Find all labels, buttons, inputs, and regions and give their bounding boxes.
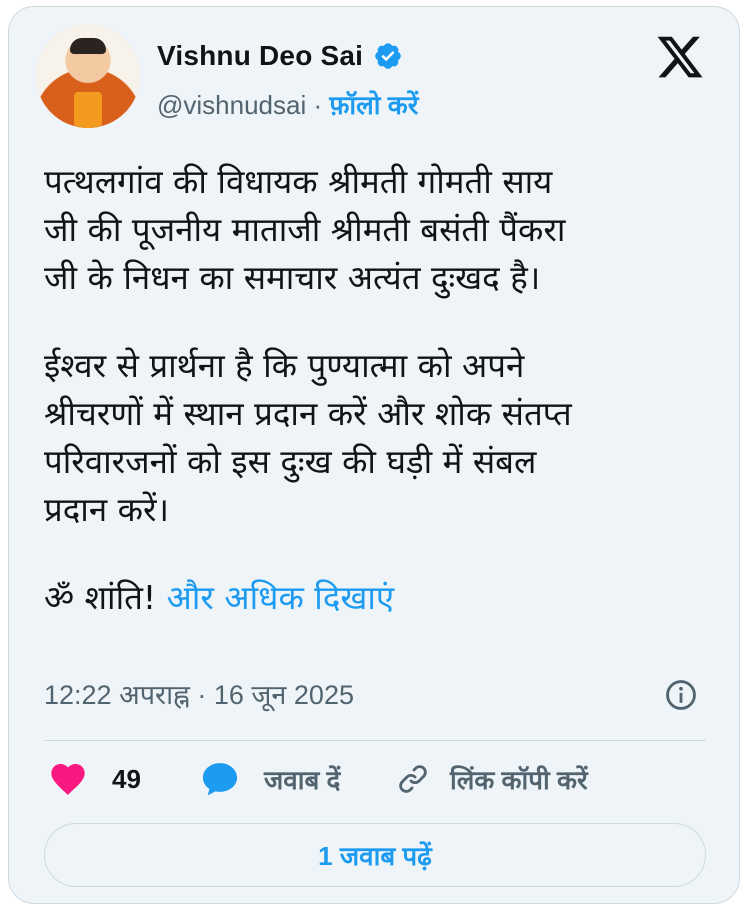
reply-button[interactable]: जवाब दें: [200, 755, 340, 803]
like-button[interactable]: 49: [48, 755, 141, 803]
tweet-paragraph: पत्थलगांव की विधायक श्रीमती गोमती साय जी…: [44, 162, 566, 297]
om-shanti-text: ॐ शांति!: [44, 578, 167, 617]
divider: [44, 740, 706, 741]
speech-bubble-icon: [200, 759, 240, 799]
reply-label: जवाब दें: [264, 765, 341, 795]
info-icon[interactable]: [664, 678, 698, 712]
tweet-paragraph-last: ॐ शांति! और अधिक दिखाएं: [44, 574, 704, 622]
x-logo-icon[interactable]: [655, 32, 705, 82]
author-row: Vishnu Deo Sai: [157, 40, 403, 72]
show-more-link[interactable]: और अधिक दिखाएं: [167, 578, 395, 617]
verified-badge-icon: [373, 41, 403, 71]
heart-icon: [48, 759, 88, 799]
handle-separator: ·: [306, 90, 330, 120]
read-replies-label: 1 जवाब पढ़ें: [318, 841, 432, 871]
copy-link-label: लिंक कॉपी करें: [450, 765, 588, 795]
read-replies-button[interactable]: 1 जवाब पढ़ें: [44, 823, 706, 887]
action-bar: 49 जवाब दें लिंक कॉपी करें: [44, 755, 706, 803]
like-count: 49: [112, 763, 141, 794]
handle-row: @vishnudsai · फ़ॉलो करें: [157, 86, 418, 122]
timestamp[interactable]: 12:22 अपराह्न · 16 जून 2025: [44, 675, 354, 712]
avatar-scarf: [74, 92, 102, 128]
avatar[interactable]: [36, 24, 140, 128]
tweet-paragraph: ईश्वर से प्रार्थना है कि पुण्यात्मा को अ…: [44, 346, 572, 529]
avatar-hair: [70, 38, 106, 54]
copy-link-button[interactable]: लिंक कॉपी करें: [396, 755, 588, 803]
author-name[interactable]: Vishnu Deo Sai: [157, 40, 363, 72]
handle[interactable]: @vishnudsai: [157, 90, 306, 120]
tweet-text: पत्थलगांव की विधायक श्रीमती गोमती साय जी…: [44, 158, 704, 622]
link-icon: [396, 762, 430, 796]
follow-button[interactable]: फ़ॉलो करें: [329, 90, 418, 120]
